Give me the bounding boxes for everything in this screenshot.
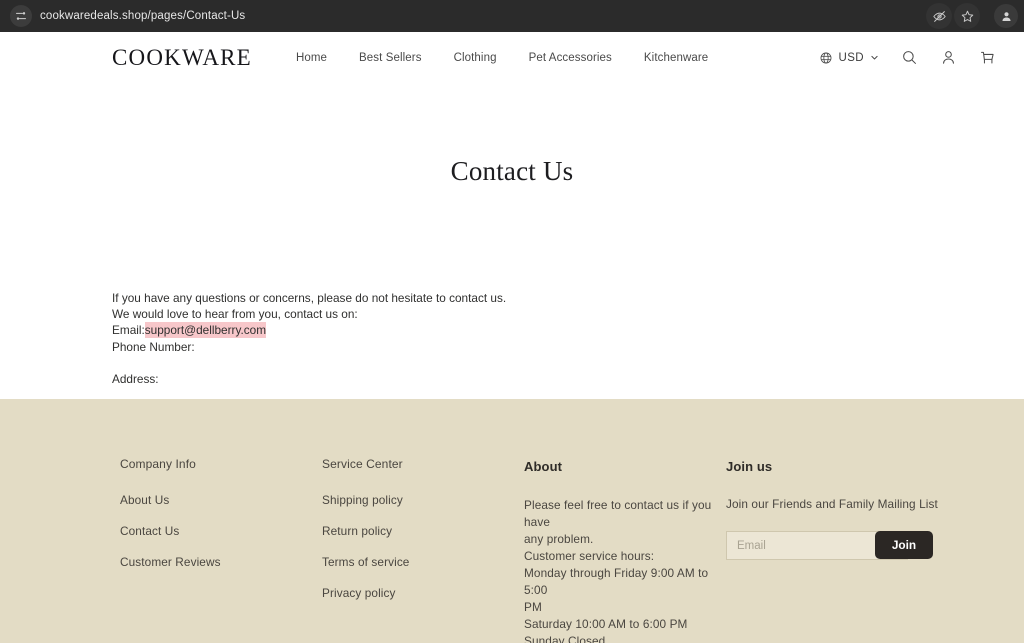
globe-icon bbox=[819, 51, 833, 65]
site-logo[interactable]: COOKWARE bbox=[112, 45, 252, 71]
site-footer: Company Info About Us Contact Us Custome… bbox=[0, 399, 1024, 643]
contact-intro-line-2: We would love to hear from you, contact … bbox=[112, 307, 358, 322]
footer-column-join-us: Join us Join our Friends and Family Mail… bbox=[726, 457, 956, 643]
footer-link-privacy-policy[interactable]: Privacy policy bbox=[322, 586, 524, 600]
shopping-cart-icon[interactable] bbox=[979, 49, 996, 66]
about-line-3: Customer service hours: bbox=[524, 549, 655, 563]
nav-item-clothing[interactable]: Clothing bbox=[454, 52, 497, 64]
contact-intro-line-1: If you have any questions or concerns, p… bbox=[112, 291, 507, 305]
account-person-icon[interactable] bbox=[940, 49, 957, 66]
tune-sliders-icon[interactable] bbox=[10, 5, 32, 27]
footer-link-terms-of-service[interactable]: Terms of service bbox=[322, 555, 524, 569]
email-address[interactable]: support@dellberry.com bbox=[144, 322, 267, 339]
currency-selector[interactable]: USD bbox=[819, 51, 879, 65]
page-title: Contact Us bbox=[450, 156, 574, 186]
about-line-6: Saturday 10:00 AM to 6:00 PM bbox=[524, 617, 688, 631]
about-line-1: Please feel free to contact us if you ha… bbox=[524, 498, 712, 529]
url-text: cookwaredeals.shop/pages/Contact-Us bbox=[40, 10, 246, 22]
footer-heading-service-center: Service Center bbox=[322, 457, 403, 471]
bookmark-star-icon[interactable] bbox=[954, 3, 980, 29]
about-line-4: Monday through Friday 9:00 AM to 5:00 bbox=[524, 566, 709, 597]
join-description: Join our Friends and Family Mailing List bbox=[726, 497, 938, 511]
footer-heading-company-info: Company Info bbox=[120, 457, 196, 471]
nav-item-kitchenware[interactable]: Kitchenware bbox=[644, 52, 708, 64]
currency-label: USD bbox=[838, 51, 864, 64]
contact-details: If you have any questions or concerns, p… bbox=[112, 290, 506, 387]
newsletter-signup-form: Join bbox=[726, 531, 933, 560]
footer-column-company-info: Company Info About Us Contact Us Custome… bbox=[120, 457, 322, 643]
footer-heading-about: About bbox=[524, 459, 563, 474]
footer-link-return-policy[interactable]: Return policy bbox=[322, 524, 524, 538]
contact-address-row: Address: bbox=[112, 371, 159, 386]
nav-item-best-sellers[interactable]: Best Sellers bbox=[359, 52, 422, 64]
contact-phone-row: Phone Number: bbox=[112, 339, 195, 354]
nav-item-home[interactable]: Home bbox=[296, 52, 327, 64]
footer-link-shipping-policy[interactable]: Shipping policy bbox=[322, 493, 524, 507]
nav-item-pet-accessories[interactable]: Pet Accessories bbox=[529, 52, 612, 64]
chevron-down-icon bbox=[870, 53, 879, 62]
footer-columns: Company Info About Us Contact Us Custome… bbox=[0, 399, 1024, 643]
profile-avatar-icon[interactable] bbox=[994, 4, 1018, 28]
footer-heading-join-us: Join us bbox=[726, 459, 773, 474]
email-label: Email: bbox=[112, 323, 145, 338]
about-line-5: PM bbox=[524, 600, 542, 614]
footer-about-text: Please feel free to contact us if you ha… bbox=[524, 497, 726, 643]
about-line-2: any problem. bbox=[524, 532, 594, 546]
about-line-7: Sunday Closed. bbox=[524, 634, 609, 643]
footer-column-service-center: Service Center Shipping policy Return po… bbox=[322, 457, 524, 643]
eye-off-icon[interactable] bbox=[926, 3, 952, 29]
main-navigation: Home Best Sellers Clothing Pet Accessori… bbox=[296, 52, 708, 64]
browser-toolbar: cookwaredeals.shop/pages/Contact-Us bbox=[0, 0, 1024, 32]
search-icon[interactable] bbox=[901, 49, 918, 66]
address-bar[interactable]: cookwaredeals.shop/pages/Contact-Us bbox=[6, 4, 926, 28]
header-actions: USD bbox=[819, 49, 996, 66]
footer-link-customer-reviews[interactable]: Customer Reviews bbox=[120, 555, 322, 569]
page-main: Contact Us If you have any questions or … bbox=[0, 83, 1024, 399]
footer-column-about: About Please feel free to contact us if … bbox=[524, 457, 726, 643]
footer-link-about-us[interactable]: About Us bbox=[120, 493, 322, 507]
browser-action-icons bbox=[926, 3, 1018, 29]
contact-email-row: Email:support@dellberry.com bbox=[112, 322, 506, 339]
footer-link-contact-us[interactable]: Contact Us bbox=[120, 524, 322, 538]
site-header: COOKWARE Home Best Sellers Clothing Pet … bbox=[0, 32, 1024, 83]
newsletter-join-button[interactable]: Join bbox=[875, 531, 933, 559]
